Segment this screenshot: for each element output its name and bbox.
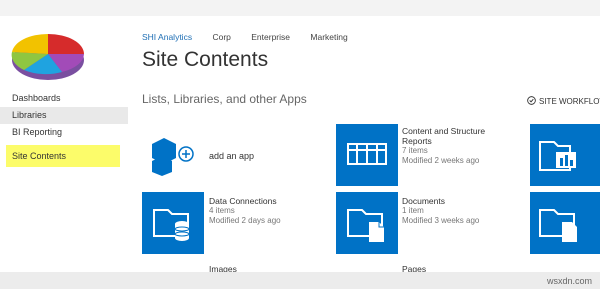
pages-name-partial[interactable]: Pages (402, 264, 426, 272)
topnav-enterprise[interactable]: Enterprise (251, 32, 290, 42)
images-name-partial[interactable]: Images (209, 264, 237, 272)
content-structure-tile[interactable] (336, 124, 398, 186)
sidebar-item-bi-reporting[interactable]: BI Reporting (0, 124, 128, 141)
sidebar-item-dashboards[interactable]: Dashboards (0, 90, 128, 107)
partial-folder-tile-row2[interactable] (530, 192, 600, 254)
list-grid-icon (347, 143, 387, 165)
data-connections-modified: Modified 2 days ago (209, 216, 281, 225)
watermark-text: wsxdn.com (546, 276, 592, 286)
add-app-icon (152, 138, 194, 176)
top-strip (0, 0, 600, 16)
check-circle-icon (527, 96, 536, 105)
documents-count: 1 item (402, 206, 424, 215)
sidebar-item-site-contents[interactable]: Site Contents (6, 145, 120, 167)
left-sidebar: Dashboards Libraries BI Reporting Site C… (0, 16, 128, 272)
data-connections-count: 4 items (209, 206, 235, 215)
page-title: Site Contents (142, 48, 269, 71)
add-app-label[interactable]: add an app (209, 151, 254, 161)
data-connections-tile[interactable] (142, 192, 204, 254)
partial-folder-tile-row1[interactable] (530, 124, 600, 186)
image-folder-icon (539, 141, 576, 171)
topnav-shi-analytics[interactable]: SHI Analytics (142, 32, 192, 42)
section-subtitle: Lists, Libraries, and other Apps (142, 92, 307, 106)
content-structure-name[interactable]: Content and Structure Reports (402, 126, 512, 146)
database-folder-icon (153, 209, 190, 241)
documents-modified: Modified 3 weeks ago (402, 216, 480, 225)
pie-chart-logo-icon (11, 33, 84, 80)
site-workflows-link[interactable]: SITE WORKFLOW (527, 96, 600, 106)
site-workflows-label: SITE WORKFLOW (539, 97, 600, 106)
top-navigation: SHI Analytics Corp Enterprise Marketing (142, 32, 366, 42)
documents-name[interactable]: Documents (402, 196, 512, 206)
content-structure-count: 7 items (402, 146, 428, 155)
sidebar-item-libraries[interactable]: Libraries (0, 107, 128, 124)
bottom-strip (0, 272, 600, 289)
topnav-marketing[interactable]: Marketing (310, 32, 347, 42)
sidebar-nav: Dashboards Libraries BI Reporting Site C… (0, 90, 128, 167)
documents-tile[interactable] (336, 192, 398, 254)
document-folder-icon (347, 209, 384, 242)
page-folder-icon (539, 209, 577, 242)
main-content: SHI Analytics Corp Enterprise Marketing … (142, 16, 600, 272)
content-structure-modified: Modified 2 weeks ago (402, 156, 480, 165)
topnav-corp[interactable]: Corp (212, 32, 230, 42)
data-connections-name[interactable]: Data Connections (209, 196, 319, 206)
